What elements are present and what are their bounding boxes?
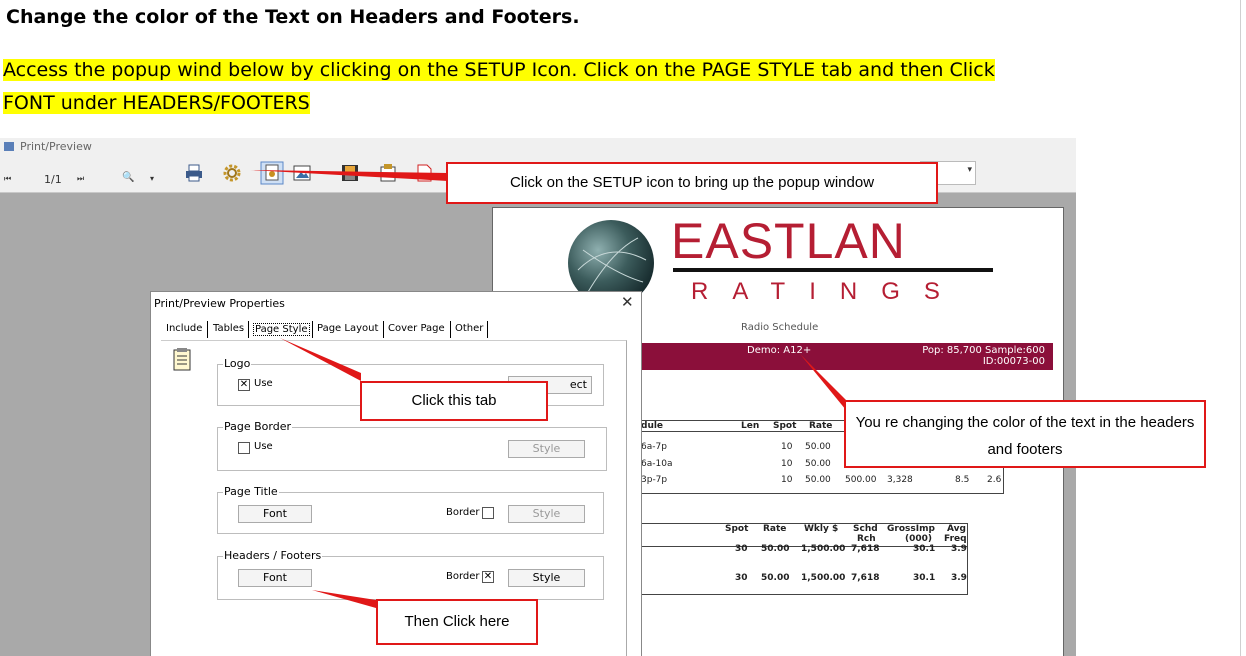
callout-pointers (250, 170, 846, 608)
demo-pointer (800, 354, 846, 410)
then-callout: Then Click here (376, 599, 538, 645)
setup-callout: Click on the SETUP icon to bring up the … (446, 162, 938, 204)
tab-callout: Click this tab (360, 381, 548, 421)
setup-pointer (250, 170, 448, 181)
font-pointer (312, 590, 376, 608)
changing-callout: You re changing the color of the text in… (844, 400, 1206, 468)
tab-pointer (280, 338, 361, 381)
